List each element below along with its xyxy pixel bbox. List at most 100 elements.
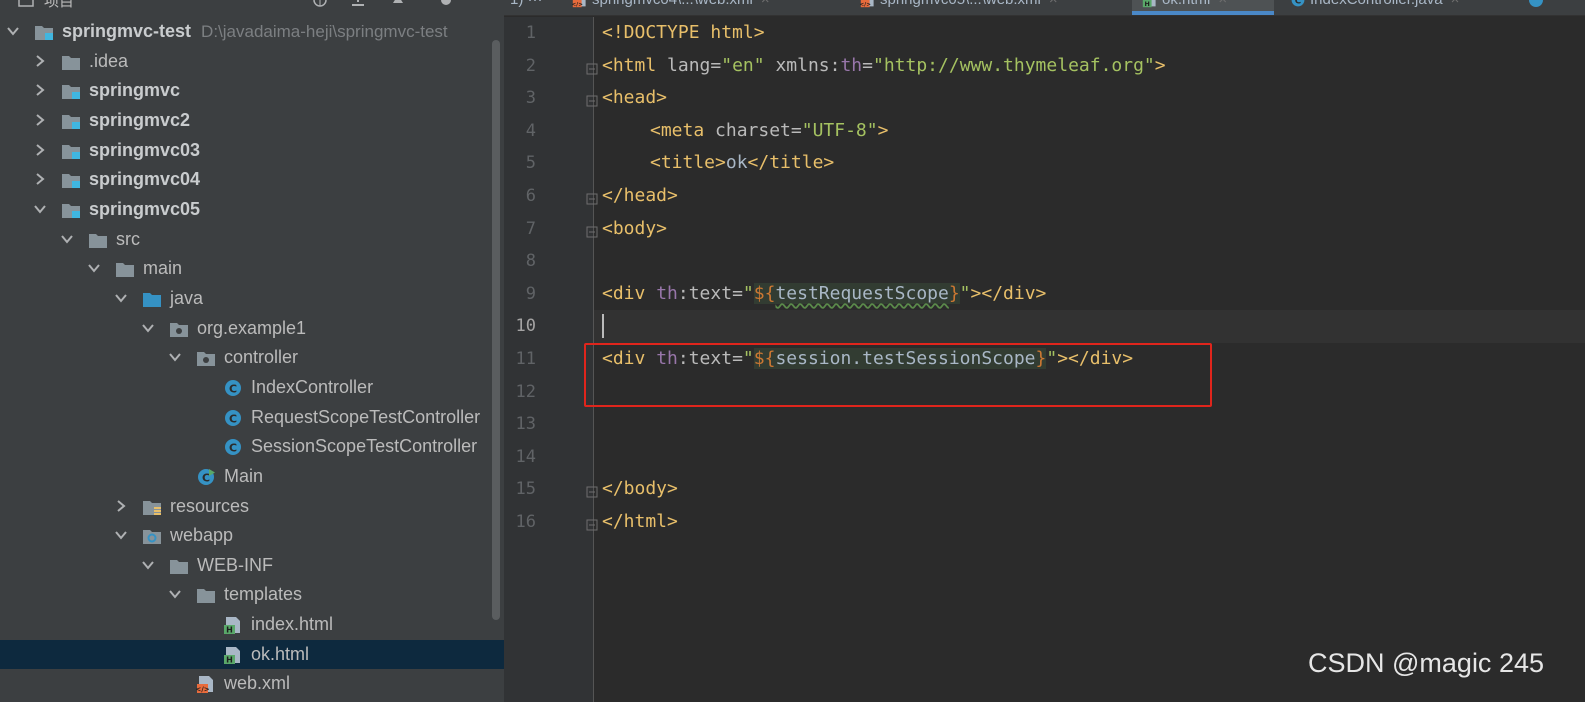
quote-token: " (959, 282, 971, 304)
chevron-down-icon[interactable] (6, 24, 20, 38)
module-folder-icon (61, 171, 81, 189)
svg-text:</>: </> (860, 2, 871, 8)
head-close-token: </head> (602, 185, 678, 206)
chevron-down-icon[interactable] (141, 558, 155, 572)
tree-node-name: org.example1 (197, 317, 307, 338)
tree-node-okhtml[interactable]: Hok.html (0, 639, 504, 670)
chevron-down-icon[interactable] (87, 261, 101, 275)
div-close-token: ></div> (970, 282, 1047, 304)
code-line-9: <div th:text="${testRequestScope}"></div… (594, 278, 1585, 311)
tree-node-name: springmvc-test (62, 21, 192, 41)
title-text: ok (725, 152, 748, 174)
tab-label: springmvc04\...\web.xml (592, 0, 753, 8)
line-number: 14 (515, 446, 536, 467)
chevron-right-icon[interactable] (33, 143, 47, 157)
tab-overflow-right[interactable] (1518, 0, 1585, 15)
chevron-right-icon[interactable] (33, 83, 47, 97)
tree-node-src[interactable]: src (0, 225, 504, 255)
tree-node-name: WEB-INF (197, 554, 273, 575)
tab-ok-html[interactable]: Hok.html × (1132, 0, 1274, 15)
close-icon[interactable]: × (1218, 0, 1227, 8)
project-tree-scrollbar[interactable] (492, 40, 500, 620)
chevron-down-icon[interactable] (33, 202, 47, 216)
expand-all-icon[interactable] (390, 0, 406, 6)
code-line-3: <head> (594, 82, 1585, 115)
svg-text:H: H (226, 626, 233, 635)
tree-node-templates[interactable]: templates (0, 580, 504, 610)
chevron-right-icon[interactable] (33, 113, 47, 127)
tree-node-springmvc04[interactable]: springmvc04 (0, 165, 504, 195)
java-class-icon (1528, 0, 1544, 8)
project-panel-title[interactable]: 项目 (44, 0, 74, 11)
tree-node-root[interactable]: springmvc-test D:\javadaima-heji\springmv… (0, 17, 504, 47)
tree-node-controller[interactable]: controller (0, 343, 504, 373)
html-file-icon: H (223, 616, 243, 635)
tab-springmvc05-web-xml[interactable]: </> springmvc05\...\web.xml × (850, 0, 1130, 15)
title-open-token: <title> (650, 152, 726, 174)
tree-node-name: springmvc04 (89, 169, 201, 190)
tree-node-label: templates (224, 583, 302, 605)
chevron-down-icon[interactable] (141, 321, 155, 335)
tab-overflow-left[interactable]: 1) ··· (504, 0, 562, 15)
chevron-right-icon[interactable] (33, 54, 47, 68)
tab-springmvc04-web-xml[interactable]: </> springmvc04\...\web.xml × (562, 0, 848, 15)
attr-xmlns-value: "http://www.thymeleaf.org" (873, 54, 1155, 76)
module-folder-icon (34, 23, 54, 41)
tree-node-mainclass[interactable]: C Main (0, 462, 504, 492)
resources-folder-icon (142, 498, 162, 516)
tree-node-requestscope[interactable]: C RequestScopeTestController (0, 403, 504, 433)
tree-node-indexhtml[interactable]: Hindex.html (0, 610, 504, 640)
tree-node-name: Main (224, 465, 264, 486)
tree-node-label: RequestScopeTestController (251, 406, 480, 428)
tree-node-idea[interactable]: .idea (0, 47, 504, 77)
folder-icon (196, 586, 216, 604)
tree-node-name: RequestScopeTestController (251, 406, 481, 427)
chevron-right-icon[interactable] (33, 172, 47, 186)
tree-node-sessionscope[interactable]: C SessionScopeTestController (0, 432, 504, 462)
code-line-6: </head> (594, 180, 1585, 213)
close-icon[interactable]: × (1049, 0, 1058, 8)
tree-node-label: .idea (89, 50, 128, 72)
tree-node-springmvc2[interactable]: springmvc2 (0, 106, 504, 136)
tree-node-pkg[interactable]: org.example1 (0, 314, 504, 344)
colon-token: : (829, 54, 841, 76)
tree-node-webapp[interactable]: webapp (0, 521, 504, 551)
collapse-all-icon[interactable] (350, 0, 366, 6)
editor-gutter: 1 2 3 4 5 6 7 8 9 10 11 12 13 14 15 16 (504, 17, 598, 702)
chevron-right-icon[interactable] (114, 499, 128, 513)
select-opened-file-icon[interactable] (312, 0, 328, 7)
tree-node-label: springmvc05 (89, 198, 200, 220)
gear-icon[interactable] (438, 0, 454, 6)
line-number: 6 (525, 186, 536, 206)
line-number: 13 (515, 414, 536, 435)
html-close-token: </html> (602, 511, 678, 532)
tree-node-resources[interactable]: resources (0, 492, 504, 522)
chevron-down-icon[interactable] (114, 291, 128, 305)
tree-node-indexcontroller[interactable]: C IndexController (0, 373, 504, 403)
tab-indexcontroller-java[interactable]: C IndexController.java × (1280, 0, 1516, 15)
tree-node-springmvc[interactable]: springmvc (0, 76, 504, 106)
chevron-down-icon[interactable] (60, 232, 74, 246)
tree-node-label: springmvc03 (89, 139, 200, 161)
tree-node-webinf[interactable]: WEB-INF (0, 551, 504, 581)
line-number: 7 (525, 218, 536, 239)
close-icon[interactable]: × (1451, 0, 1460, 8)
chevron-down-icon[interactable] (168, 587, 182, 601)
chevron-down-icon[interactable] (168, 350, 182, 364)
java-class-icon: C (223, 379, 243, 397)
svg-text:</>: </> (572, 2, 583, 8)
tree-node-webxml[interactable]: </> web.xml (0, 669, 504, 699)
chevron-down-icon[interactable] (114, 528, 128, 542)
tree-node-label: index.html (251, 613, 333, 635)
tab-label: IndexController.java (1310, 0, 1443, 8)
tree-node-java[interactable]: java (0, 284, 504, 314)
source-folder-icon (142, 290, 162, 308)
tree-node-name: springmvc05 (89, 198, 201, 219)
close-icon[interactable]: × (761, 0, 770, 8)
html-open-token: <html (602, 54, 668, 76)
tree-node-springmvc03[interactable]: springmvc03 (0, 136, 504, 166)
tree-node-springmvc05[interactable]: springmvc05 (0, 195, 504, 225)
tree-node-main[interactable]: main (0, 254, 504, 284)
code-line-7: <body> (594, 213, 1585, 246)
tree-node-name: index.html (251, 614, 334, 635)
